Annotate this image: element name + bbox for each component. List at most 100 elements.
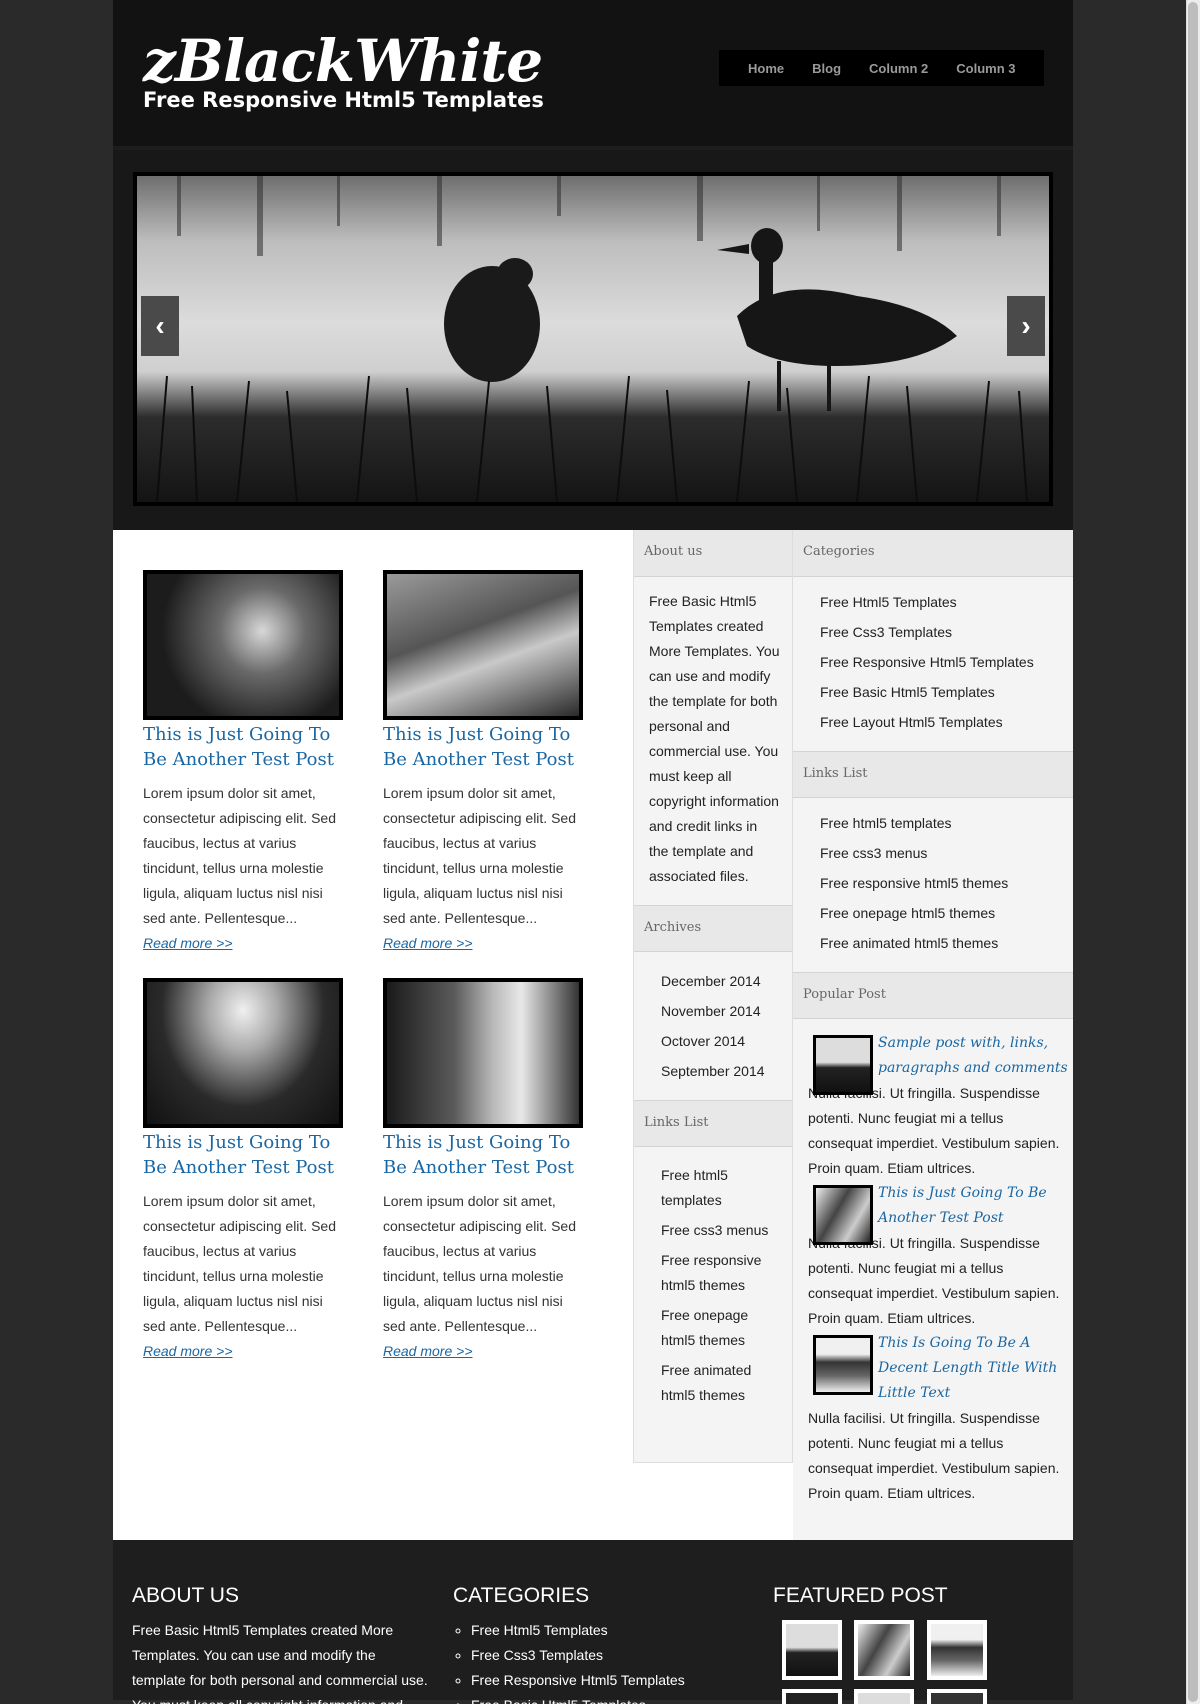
slider-section: ‹ › (113, 150, 1073, 530)
popular-post-text: Nulla facilisi. Ut fringilla. Suspendiss… (808, 1085, 1060, 1176)
read-more-link[interactable]: Read more >> (383, 1339, 583, 1364)
main-nav: Home Blog Column 2 Column 3 (719, 50, 1045, 86)
archive-item[interactable]: November 2014 (661, 996, 792, 1026)
post-excerpt: Lorem ipsum dolor sit amet, consectetur … (383, 1193, 576, 1334)
sidebar-right: Categories Free Html5 Templates Free Css… (793, 530, 1073, 1540)
link-item[interactable]: Free css3 menus (820, 838, 1073, 868)
archives-list: December 2014 November 2014 Octover 2014… (634, 952, 792, 1100)
footer-categories-heading: CATEGORIES (453, 1584, 590, 1607)
nav-column-2[interactable]: Column 2 (855, 61, 942, 76)
post-title[interactable]: This is Just Going To Be Another Test Po… (383, 1130, 583, 1180)
featured-post-thumbnail[interactable] (854, 1620, 915, 1680)
popular-post-title[interactable]: This Is Going To Be A Decent Length Titl… (878, 1331, 1073, 1406)
popular-post-item: Sample post with, links, paragraphs and … (793, 1031, 1073, 1181)
sidebar-left: About us Free Basic Html5 Templates crea… (633, 530, 793, 1463)
featured-post-thumbnail[interactable] (926, 1620, 987, 1680)
popular-post-heading: Popular Post (793, 972, 1073, 1019)
featured-post-thumbnail[interactable] (782, 1620, 842, 1680)
link-item[interactable]: Free responsive html5 themes (820, 868, 1073, 898)
nav-home[interactable]: Home (734, 61, 798, 76)
footer-category-item[interactable]: Free Html5 Templates (471, 1618, 685, 1643)
link-item[interactable]: Free onepage html5 themes (661, 1301, 782, 1356)
category-item[interactable]: Free Css3 Templates (820, 617, 1073, 647)
popular-post-thumbnail[interactable] (813, 1035, 873, 1095)
popular-post-title[interactable]: This is Just Going To Be Another Test Po… (878, 1181, 1073, 1231)
nav-blog[interactable]: Blog (798, 61, 855, 76)
about-heading: About us (634, 530, 792, 577)
site-logo[interactable]: zBlackWhite Free Responsive Html5 Templa… (143, 28, 544, 112)
categories-list: Free Html5 Templates Free Css3 Templates… (793, 577, 1073, 751)
link-item[interactable]: Free responsive html5 themes (661, 1246, 782, 1301)
link-item[interactable]: Free animated html5 themes (820, 928, 1073, 958)
slider-next-button[interactable]: › (1007, 296, 1045, 356)
post-thumbnail[interactable] (143, 978, 343, 1128)
archive-item[interactable]: December 2014 (661, 966, 792, 996)
read-more-link[interactable]: Read more >> (143, 931, 343, 956)
category-item[interactable]: Free Responsive Html5 Templates (820, 647, 1073, 677)
logo-tagline: Free Responsive Html5 Templates (143, 88, 544, 112)
popular-post-item: This is Just Going To Be Another Test Po… (793, 1181, 1073, 1331)
footer-categories-list: Free Html5 Templates Free Css3 Templates… (453, 1618, 685, 1704)
main-content: This is Just Going To Be Another Test Po… (113, 530, 1073, 1540)
post-card: This is Just Going To Be Another Test Po… (143, 978, 343, 1364)
footer-about-text: Free Basic Html5 Templates created More … (132, 1622, 428, 1704)
link-item[interactable]: Free animated html5 themes (661, 1356, 782, 1411)
popular-post-item: This Is Going To Be A Decent Length Titl… (793, 1331, 1073, 1506)
popular-post-text: Nulla facilisi. Ut fringilla. Suspendiss… (808, 1235, 1060, 1326)
category-item[interactable]: Free Html5 Templates (820, 587, 1073, 617)
slide-image: ‹ › (137, 176, 1049, 502)
links-list: Free html5 templates Free css3 menus Fre… (634, 1147, 792, 1421)
post-card: This is Just Going To Be Another Test Po… (383, 570, 583, 956)
post-title[interactable]: This is Just Going To Be Another Test Po… (143, 1130, 343, 1180)
category-item[interactable]: Free Layout Html5 Templates (820, 707, 1073, 737)
post-title[interactable]: This is Just Going To Be Another Test Po… (383, 722, 583, 772)
post-thumbnail[interactable] (143, 570, 343, 720)
logo-title: zBlackWhite (143, 27, 543, 95)
featured-post-thumbnail[interactable] (926, 1689, 987, 1704)
popular-post-title[interactable]: Sample post with, links, paragraphs and … (878, 1031, 1073, 1081)
post-title[interactable]: This is Just Going To Be Another Test Po… (143, 722, 343, 772)
footer-about-heading: ABOUT US (132, 1584, 239, 1607)
featured-post-thumbnail[interactable] (854, 1689, 915, 1704)
page-wrapper: zBlackWhite Free Responsive Html5 Templa… (113, 0, 1073, 1704)
archive-item[interactable]: September 2014 (661, 1056, 792, 1086)
post-excerpt: Lorem ipsum dolor sit amet, consectetur … (143, 785, 336, 926)
slider-prev-button[interactable]: ‹ (141, 296, 179, 356)
link-item[interactable]: Free html5 templates (661, 1161, 782, 1216)
footer-category-item[interactable]: Free Css3 Templates (471, 1643, 685, 1668)
popular-post-thumbnail[interactable] (813, 1185, 873, 1245)
about-text: Free Basic Html5 Templates created More … (649, 593, 780, 884)
categories-heading: Categories (793, 530, 1073, 577)
nav-column-3[interactable]: Column 3 (942, 61, 1029, 76)
popular-post-list: Sample post with, links, paragraphs and … (793, 1019, 1073, 1506)
archive-item[interactable]: Octover 2014 (661, 1026, 792, 1056)
read-more-link[interactable]: Read more >> (383, 931, 583, 956)
read-more-link[interactable]: Read more >> (143, 1339, 343, 1364)
post-excerpt: Lorem ipsum dolor sit amet, consectetur … (143, 1193, 336, 1334)
category-item[interactable]: Free Basic Html5 Templates (820, 677, 1073, 707)
footer-category-item[interactable]: Free Responsive Html5 Templates (471, 1668, 685, 1693)
featured-post-grid (778, 1618, 998, 1704)
links-list-heading: Links List (793, 751, 1073, 798)
image-slider: ‹ › (133, 172, 1053, 506)
ducks-silhouette (156, 176, 1028, 502)
site-footer: ABOUT US Free Basic Html5 Templates crea… (113, 1540, 1073, 1704)
site-header: zBlackWhite Free Responsive Html5 Templa… (113, 0, 1073, 150)
popular-post-thumbnail[interactable] (813, 1335, 873, 1395)
link-item[interactable]: Free css3 menus (661, 1216, 782, 1246)
popular-post-text: Nulla facilisi. Ut fringilla. Suspendiss… (808, 1410, 1060, 1501)
post-thumbnail[interactable] (383, 570, 583, 720)
featured-post-thumbnail[interactable] (782, 1689, 842, 1704)
links-list-heading: Links List (634, 1100, 792, 1147)
link-item[interactable]: Free html5 templates (820, 808, 1073, 838)
post-thumbnail[interactable] (383, 978, 583, 1128)
footer-category-item[interactable]: Free Basic Html5 Templates (471, 1693, 685, 1704)
post-card: This is Just Going To Be Another Test Po… (143, 570, 343, 956)
footer-featured-heading: FEATURED POST (773, 1584, 948, 1607)
post-excerpt: Lorem ipsum dolor sit amet, consectetur … (383, 785, 576, 926)
links-list: Free html5 templates Free css3 menus Fre… (793, 798, 1073, 972)
link-item[interactable]: Free onepage html5 themes (820, 898, 1073, 928)
scrollbar-thumb[interactable] (1188, 2, 1198, 1702)
post-card: This is Just Going To Be Another Test Po… (383, 978, 583, 1364)
archives-heading: Archives (634, 905, 792, 952)
